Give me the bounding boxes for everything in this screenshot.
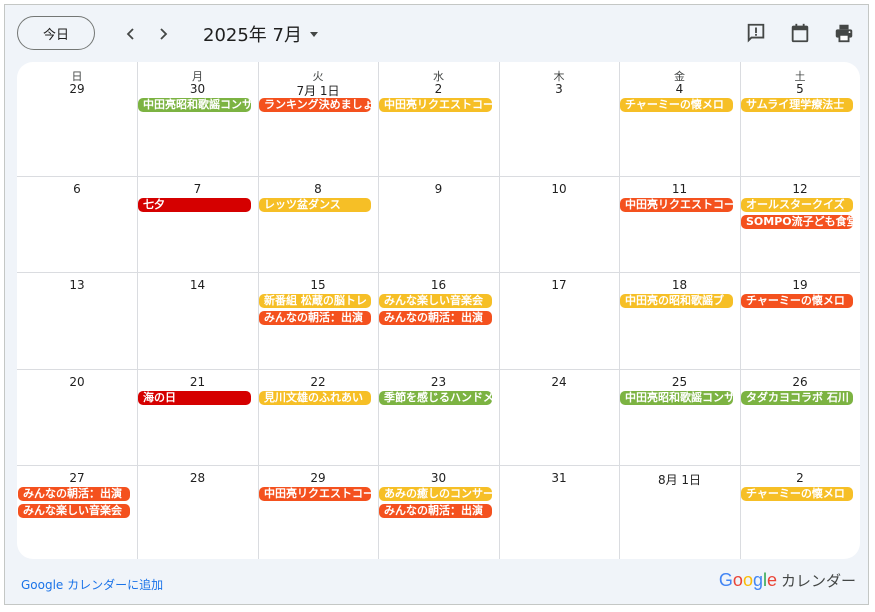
day-number[interactable]: 24 <box>499 375 619 389</box>
event-chip[interactable]: あみの癒しのコンサート <box>379 487 492 501</box>
day-number[interactable]: 13 <box>17 278 137 292</box>
event-chip[interactable]: みんなの朝活：出演 <box>259 311 371 325</box>
day-number[interactable]: 12 <box>740 182 860 196</box>
event-chip[interactable]: チャーミーの懐メロ <box>620 98 733 112</box>
day-number[interactable]: 8 <box>258 182 378 196</box>
google-calendar-logo: Google カレンダー <box>719 570 856 591</box>
day-number[interactable]: 27 <box>17 471 137 485</box>
event-chip[interactable]: 新番組 松蔵の脳トレ <box>259 294 371 308</box>
event-chip[interactable]: みんなの朝活：出演 <box>379 504 492 518</box>
event-chip[interactable]: みんなの朝活：出演 <box>18 487 130 501</box>
day-number[interactable]: 5 <box>740 82 860 96</box>
event-chip[interactable]: タダカヨコラボ 石川 <box>741 391 853 405</box>
event-chip[interactable]: 見川文雄のふれあい <box>259 391 371 405</box>
day-number[interactable]: 7 <box>137 182 258 196</box>
event-chip[interactable]: 中田亮リクエストコーナー <box>379 98 492 112</box>
event-chip[interactable]: みんなの朝活：出演 <box>379 311 492 325</box>
day-number[interactable]: 11 <box>619 182 740 196</box>
dropdown-arrow-icon <box>308 24 320 45</box>
event-chip[interactable]: 中田亮リクエストコーナー <box>259 487 371 501</box>
calendar-wordmark: カレンダー <box>780 572 856 590</box>
today-button[interactable]: 今日 <box>17 16 95 50</box>
day-number[interactable]: 2 <box>378 82 499 96</box>
chevron-right-icon[interactable] <box>151 22 175 46</box>
event-chip[interactable]: サムライ理学療法士 <box>741 98 853 112</box>
day-number[interactable]: 29 <box>17 82 137 96</box>
event-chip[interactable]: 七夕 <box>138 198 251 212</box>
row-divider <box>17 272 860 273</box>
day-number[interactable]: 4 <box>619 82 740 96</box>
day-number[interactable]: 2 <box>740 471 860 485</box>
event-chip[interactable]: みんな楽しい音楽会 <box>379 294 492 308</box>
event-chip[interactable]: 中田亮昭和歌謡コンサート <box>138 98 251 112</box>
event-chip[interactable]: チャーミーの懐メロ <box>741 294 853 308</box>
day-number[interactable]: 26 <box>740 375 860 389</box>
event-chip[interactable]: 中田亮の昭和歌謡ブ <box>620 294 733 308</box>
event-chip[interactable]: オールスタークイズ <box>741 198 853 212</box>
calendar-icon[interactable] <box>789 22 811 44</box>
event-chip[interactable]: 海の日 <box>138 391 251 405</box>
month-grid: 日月火水木金土 29 30 7月 1日 2 3 4 5 6 7 8 9 10 11 12 13 14 15 16 17… <box>17 62 860 559</box>
day-number[interactable]: 10 <box>499 182 619 196</box>
event-chip[interactable]: 中田亮昭和歌謡コンサート <box>620 391 733 405</box>
day-number[interactable]: 16 <box>378 278 499 292</box>
day-number[interactable]: 21 <box>137 375 258 389</box>
day-number[interactable]: 31 <box>499 471 619 485</box>
day-number[interactable]: 17 <box>499 278 619 292</box>
day-number[interactable]: 28 <box>137 471 258 485</box>
event-chip[interactable]: 中田亮リクエストコーナー <box>620 198 733 212</box>
calendar-embed: 今日 2025年 7月 日月火水木金土 29 30 7月 1日 2 3 4 5 6 7 8 9 10 11… <box>4 4 869 605</box>
month-title: 2025年 7月 <box>203 25 302 46</box>
day-number[interactable]: 14 <box>137 278 258 292</box>
event-chip[interactable]: レッツ盆ダンス <box>259 198 371 212</box>
event-chip[interactable]: 季節を感じるハンドメイド <box>379 391 492 405</box>
print-icon[interactable] <box>833 22 855 44</box>
day-number[interactable]: 18 <box>619 278 740 292</box>
day-number[interactable]: 3 <box>499 82 619 96</box>
day-number[interactable]: 20 <box>17 375 137 389</box>
day-number[interactable]: 19 <box>740 278 860 292</box>
day-number[interactable]: 9 <box>378 182 499 196</box>
day-number[interactable]: 8月 1日 <box>619 471 740 488</box>
google-wordmark: Google <box>718 570 777 590</box>
day-number[interactable]: 25 <box>619 375 740 389</box>
event-chip[interactable]: SOMPO流子ども食堂 <box>741 215 853 229</box>
day-number[interactable]: 7月 1日 <box>258 82 378 99</box>
add-to-calendar-link[interactable]: Google カレンダーに追加 <box>21 576 163 593</box>
feedback-icon[interactable] <box>745 22 767 44</box>
day-number[interactable]: 29 <box>258 471 378 485</box>
day-number[interactable]: 30 <box>137 82 258 96</box>
row-divider <box>17 465 860 466</box>
day-number[interactable]: 22 <box>258 375 378 389</box>
event-chip[interactable]: ランキング決めましょう <box>259 98 371 112</box>
chevron-left-icon[interactable] <box>119 22 143 46</box>
day-number[interactable]: 23 <box>378 375 499 389</box>
day-number[interactable]: 15 <box>258 278 378 292</box>
row-divider <box>17 176 860 177</box>
row-divider <box>17 369 860 370</box>
event-chip[interactable]: チャーミーの懐メロ <box>741 487 853 501</box>
toolbar: 今日 2025年 7月 <box>5 5 870 63</box>
event-chip[interactable]: みんな楽しい音楽会 <box>18 504 130 518</box>
month-selector[interactable]: 2025年 7月 <box>203 21 320 47</box>
day-number[interactable]: 6 <box>17 182 137 196</box>
day-number[interactable]: 30 <box>378 471 499 485</box>
